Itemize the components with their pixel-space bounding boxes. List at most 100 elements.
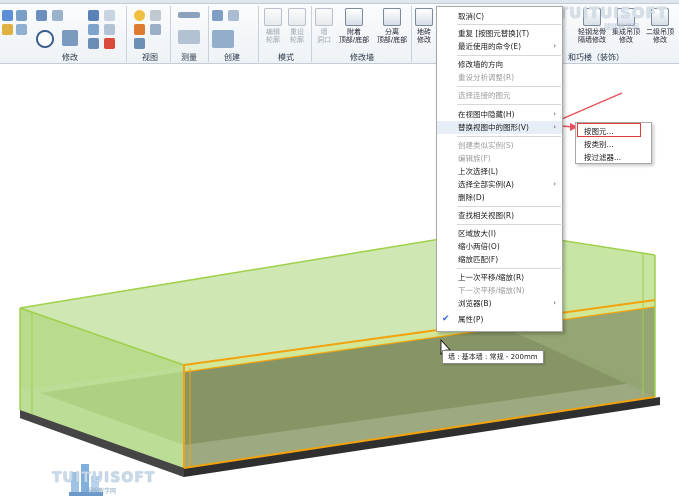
menu-item-delete[interactable]: 删除(D) [437,191,562,204]
menu-item-select-all-instances[interactable]: 选择全部实例(A) › [437,178,562,191]
override-icon[interactable] [134,24,145,35]
array-icon[interactable] [88,24,99,35]
menu-item-label: 区域放大(I) [458,229,497,238]
align-icon[interactable] [36,10,47,21]
tool-label: 轮廓 [266,36,280,44]
menu-item-select-previous[interactable]: 上次选择(L) [437,165,562,178]
submenu-item-by-filter[interactable]: 按过滤器... [576,151,651,164]
paint-icon[interactable] [134,38,145,49]
menu-item-next-pan-zoom[interactable]: 下一次平移/缩放(N) [437,284,562,297]
menu-item-properties[interactable]: ✔ 属性(P) [437,313,562,326]
menu-item-hide-in-view[interactable]: 在视图中隐藏(H) › [437,108,562,121]
menu-item-flip-wall[interactable]: 修改墙的方向 [437,58,562,71]
cut-icon[interactable] [2,24,13,35]
scale-icon[interactable] [104,24,115,35]
reset-profile-button[interactable]: 重设 轮廓 [286,8,308,44]
paste-icon[interactable] [2,10,13,21]
menu-item-select-joined[interactable]: 选择连接的图元 [437,89,562,102]
menu-separator [457,55,561,56]
menu-item-cancel[interactable]: 取消(C) [437,10,562,23]
create-similar-icon[interactable] [212,30,234,48]
tool-label: 修改 [619,36,633,44]
menu-item-find-referring-views[interactable]: 查找相关视图(R) [437,209,562,222]
menu-item-label: 选择连接的图元 [458,91,511,100]
edit-profile-button[interactable]: 编辑 轮廓 [262,8,284,44]
panel-label-view: 视图 [142,53,158,62]
menu-item-label: 在视图中隐藏(H) [458,110,515,119]
wall-opening-button[interactable]: 墙 洞口 [314,8,334,44]
menu-item-label: 删除(D) [458,193,485,202]
delete-icon[interactable] [104,38,115,49]
menu-item-zoom-to-fit[interactable]: 缩放匹配(F) [437,253,562,266]
menu-item-label: 编辑族(F) [458,154,491,163]
menu-item-label: 重复 [按图元替换](T) [458,29,530,38]
panel-divider [258,6,259,62]
edit-profile-icon [264,8,282,26]
submenu-arrow-icon: › [553,180,556,188]
tool-label: 轻钢龙骨 [578,28,606,36]
join-icon[interactable] [16,24,27,35]
menu-item-zoom-out-2x[interactable]: 缩小两倍(O) [437,240,562,253]
move-icon[interactable] [88,10,99,21]
panel-label-modify: 修改 [62,53,78,62]
measure-icon[interactable] [178,12,200,18]
tool-label: 重设 [290,28,304,36]
submenu-arrow-icon: › [553,42,556,50]
offset-icon[interactable] [52,10,63,21]
menu-separator [457,268,561,269]
dimension-icon[interactable] [178,30,200,44]
floor-tile-modify-button[interactable]: 地砖 修改 [414,8,434,44]
menu-item-browsers[interactable]: 浏览器(B) › [437,297,562,310]
menu-item-edit-family[interactable]: 编辑族(F) [437,152,562,165]
menu-item-create-similar[interactable]: 创建类似实例(S) [437,139,562,152]
menu-item-repeat[interactable]: 重复 [按图元替换](T) [437,27,562,40]
submenu-item-by-category[interactable]: 按类别... [576,138,651,151]
wall-opening-icon [315,8,333,26]
tool-label: 墙 [320,28,328,36]
linework-icon[interactable] [150,24,161,35]
menu-item-zoom-region[interactable]: 区域放大(I) [437,227,562,240]
panel-divider [208,6,209,62]
menu-item-label: 重设分析调整(R) [458,73,515,82]
attach-icon [345,8,363,26]
menu-item-previous-pan-zoom[interactable]: 上一次平移/缩放(R) [437,271,562,284]
mirror-icon[interactable] [104,10,115,21]
panel-label-decoration: 和巧楼（装饰） [568,53,624,62]
attach-top-base-button[interactable]: 附着 顶部/底部 [336,8,372,44]
create-part-icon[interactable] [212,10,223,21]
tool-label: 编辑 [266,28,280,36]
tool-label: 地砖 [417,28,431,36]
trim-icon[interactable] [62,30,78,46]
detach-top-base-button[interactable]: 分离 顶部/底部 [374,8,410,44]
menu-item-reset-analytical[interactable]: 重设分析调整(R) [437,71,562,84]
menu-item-label: 缩放匹配(F) [458,255,499,264]
tool-label: 轮廓 [290,36,304,44]
copy-icon[interactable] [16,10,27,21]
menu-item-label: 选择全部实例(A) [458,180,514,189]
context-menu: 取消(C) 重复 [按图元替换](T) 最近使用的命令(E) › 修改墙的方向 重… [436,6,563,332]
submenu-item-label: 按类别... [584,140,614,149]
panel-divider [411,6,412,62]
create-group-icon[interactable] [228,10,239,21]
menu-item-label: 浏览器(B) [458,299,492,308]
menu-item-recent-commands[interactable]: 最近使用的命令(E) › [437,40,562,53]
submenu-arrow-icon: › [553,110,556,118]
submenu-arrow-icon: › [553,299,556,307]
menu-item-label: 替换视图中的图形(V) [458,123,529,132]
menu-item-override-graphics[interactable]: 替换视图中的图形(V) › [437,121,562,134]
menu-item-label: 属性(P) [458,315,484,324]
menu-item-label: 缩小两倍(O) [458,242,500,251]
menu-separator [457,206,561,207]
pin-icon[interactable] [88,38,99,49]
menu-item-label: 上次选择(L) [458,167,499,176]
tool-label: 分离 [385,28,399,36]
tool-label: 修改 [417,36,431,44]
lightbulb-icon[interactable] [134,10,145,21]
menu-item-label: 取消(C) [458,12,485,21]
hide-icon[interactable] [150,10,161,21]
rotate-icon[interactable] [36,30,54,48]
menu-separator [457,104,561,105]
menu-separator [457,86,561,87]
floor-tile-icon [415,8,433,26]
panel-divider [311,6,312,62]
